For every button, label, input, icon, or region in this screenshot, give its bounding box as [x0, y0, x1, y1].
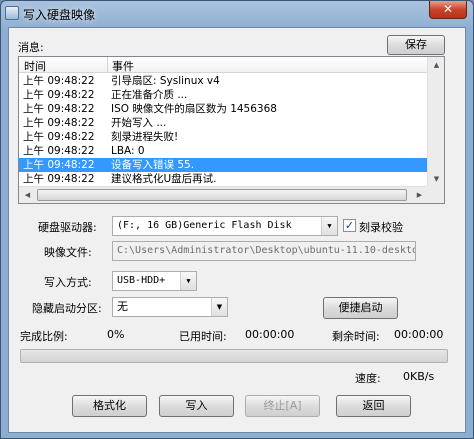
- list-item[interactable]: 上午 09:48:22 ISO 映像文件的扇区数为 1456368: [19, 102, 428, 116]
- chevron-down-icon[interactable]: ▼: [321, 217, 337, 235]
- message-rows: 上午 09:48:22 引导扇区: Syslinux v4 上午 09:48:22 正…: [19, 74, 428, 186]
- app-icon: [5, 6, 19, 20]
- remaining-time-label: 剩余时间:: [332, 330, 380, 343]
- list-item[interactable]: 上午 09:48:22 刻录进程失败!: [19, 130, 428, 144]
- message-event: 引导扇区: Syslinux v4: [111, 75, 220, 87]
- message-time: 上午 09:48:22: [23, 103, 95, 115]
- message-time: 上午 09:48:22: [23, 131, 95, 143]
- list-item[interactable]: 上午 09:48:22 设备写入错误 55.: [19, 158, 428, 172]
- message-time: 上午 09:48:22: [23, 145, 95, 157]
- window-title: 写入硬盘映像: [23, 8, 96, 22]
- elapsed-time-value: 00:00:00: [245, 328, 295, 341]
- chevron-down-icon[interactable]: ▼: [180, 272, 196, 290]
- message-list[interactable]: 时间 事件 上午 09:48:22 引导扇区: Syslinux v4 上午 09:…: [18, 56, 445, 204]
- progress-bar: [20, 349, 448, 363]
- chevron-down-icon[interactable]: ▼: [211, 298, 227, 316]
- message-event: 开始写入 ...: [111, 117, 167, 129]
- quick-boot-button[interactable]: 便捷启动: [323, 297, 398, 319]
- list-item[interactable]: 上午 09:48:22 LBA: 0: [19, 144, 428, 158]
- list-item[interactable]: 上午 09:48:22 开始写入 ...: [19, 116, 428, 130]
- title-bar[interactable]: 写入硬盘映像 ✕: [1, 1, 473, 27]
- drive-select-value: (F:, 16 GB)Generic Flash Disk 8.07: [117, 220, 292, 231]
- write-method-label: 写入方式:: [44, 276, 92, 289]
- message-time: 上午 09:48:22: [23, 75, 95, 87]
- write-button[interactable]: 写入: [159, 395, 234, 417]
- progress-label: 完成比例:: [20, 330, 68, 343]
- speed-value: 0KB/s: [403, 370, 435, 383]
- list-item[interactable]: 上午 09:48:22 引导扇区: Syslinux v4: [19, 74, 428, 88]
- message-time: 上午 09:48:22: [23, 89, 95, 101]
- verify-label[interactable]: 刻录校验: [359, 219, 403, 235]
- scrollbar-corner: [427, 186, 444, 203]
- stop-button[interactable]: 终止[A]: [245, 395, 320, 417]
- close-button[interactable]: ✕: [429, 1, 467, 19]
- list-item[interactable]: 上午 09:48:22 正在准备介质 ...: [19, 88, 428, 102]
- message-time: 上午 09:48:22: [23, 159, 95, 171]
- drive-label: 硬盘驱动器:: [38, 221, 97, 234]
- drive-select[interactable]: (F:, 16 GB)Generic Flash Disk 8.07 ▼: [112, 216, 338, 236]
- message-event: 刻录进程失败!: [111, 131, 179, 143]
- hidden-partition-label: 隐藏启动分区:: [32, 302, 102, 315]
- hidden-partition-value: 无: [117, 300, 128, 313]
- message-event: LBA: 0: [111, 145, 145, 157]
- column-header-event[interactable]: 事件: [112, 58, 134, 74]
- write-method-select[interactable]: USB-HDD+ ▼: [112, 271, 197, 291]
- column-divider[interactable]: [107, 57, 108, 73]
- verify-checkbox[interactable]: ✓: [343, 219, 356, 232]
- horizontal-scrollbar[interactable]: ◀ ▶: [19, 186, 428, 203]
- message-event: 建议格式化U盘后再试.: [111, 173, 217, 185]
- list-item[interactable]: 上午 09:48:22 建议格式化U盘后再试.: [19, 172, 428, 186]
- scroll-right-icon[interactable]: ▶: [411, 187, 428, 203]
- horizontal-scroll-thumb[interactable]: [37, 189, 407, 201]
- message-list-header: 时间 事件: [19, 57, 428, 73]
- hidden-partition-select[interactable]: 无 ▼: [112, 297, 228, 317]
- elapsed-time-label: 已用时间:: [179, 330, 227, 343]
- image-file-label: 映像文件:: [44, 246, 92, 259]
- write-method-value: USB-HDD+: [117, 275, 166, 286]
- save-button[interactable]: 保存: [387, 35, 445, 55]
- back-button[interactable]: 返回: [336, 395, 411, 417]
- speed-label: 速度:: [355, 372, 381, 385]
- progress-value: 0%: [107, 328, 125, 341]
- message-event: ISO 映像文件的扇区数为 1456368: [111, 103, 277, 115]
- message-event: 设备写入错误 55.: [111, 159, 195, 171]
- message-time: 上午 09:48:22: [23, 117, 95, 129]
- vertical-scrollbar[interactable]: ▲ ▼: [427, 57, 444, 188]
- image-file-field[interactable]: C:\Users\Administrator\Desktop\ubuntu-11…: [112, 241, 416, 261]
- remaining-time-value: 00:00:00: [394, 328, 444, 341]
- message-event: 正在准备介质 ...: [111, 89, 188, 101]
- dialog-body: 消息: 保存 时间 事件 上午 09:48:22 引导扇区: Syslinux v…: [8, 27, 466, 433]
- dialog-window: 写入硬盘映像 ✕ 消息: 保存 时间 事件 上午 09:48:22 引导扇区: S…: [0, 0, 474, 439]
- messages-label: 消息:: [18, 41, 44, 54]
- scroll-left-icon[interactable]: ◀: [19, 187, 36, 203]
- format-button[interactable]: 格式化: [72, 395, 147, 417]
- column-header-time[interactable]: 时间: [24, 58, 46, 74]
- scroll-up-icon[interactable]: ▲: [428, 57, 444, 74]
- message-time: 上午 09:48:22: [23, 173, 95, 185]
